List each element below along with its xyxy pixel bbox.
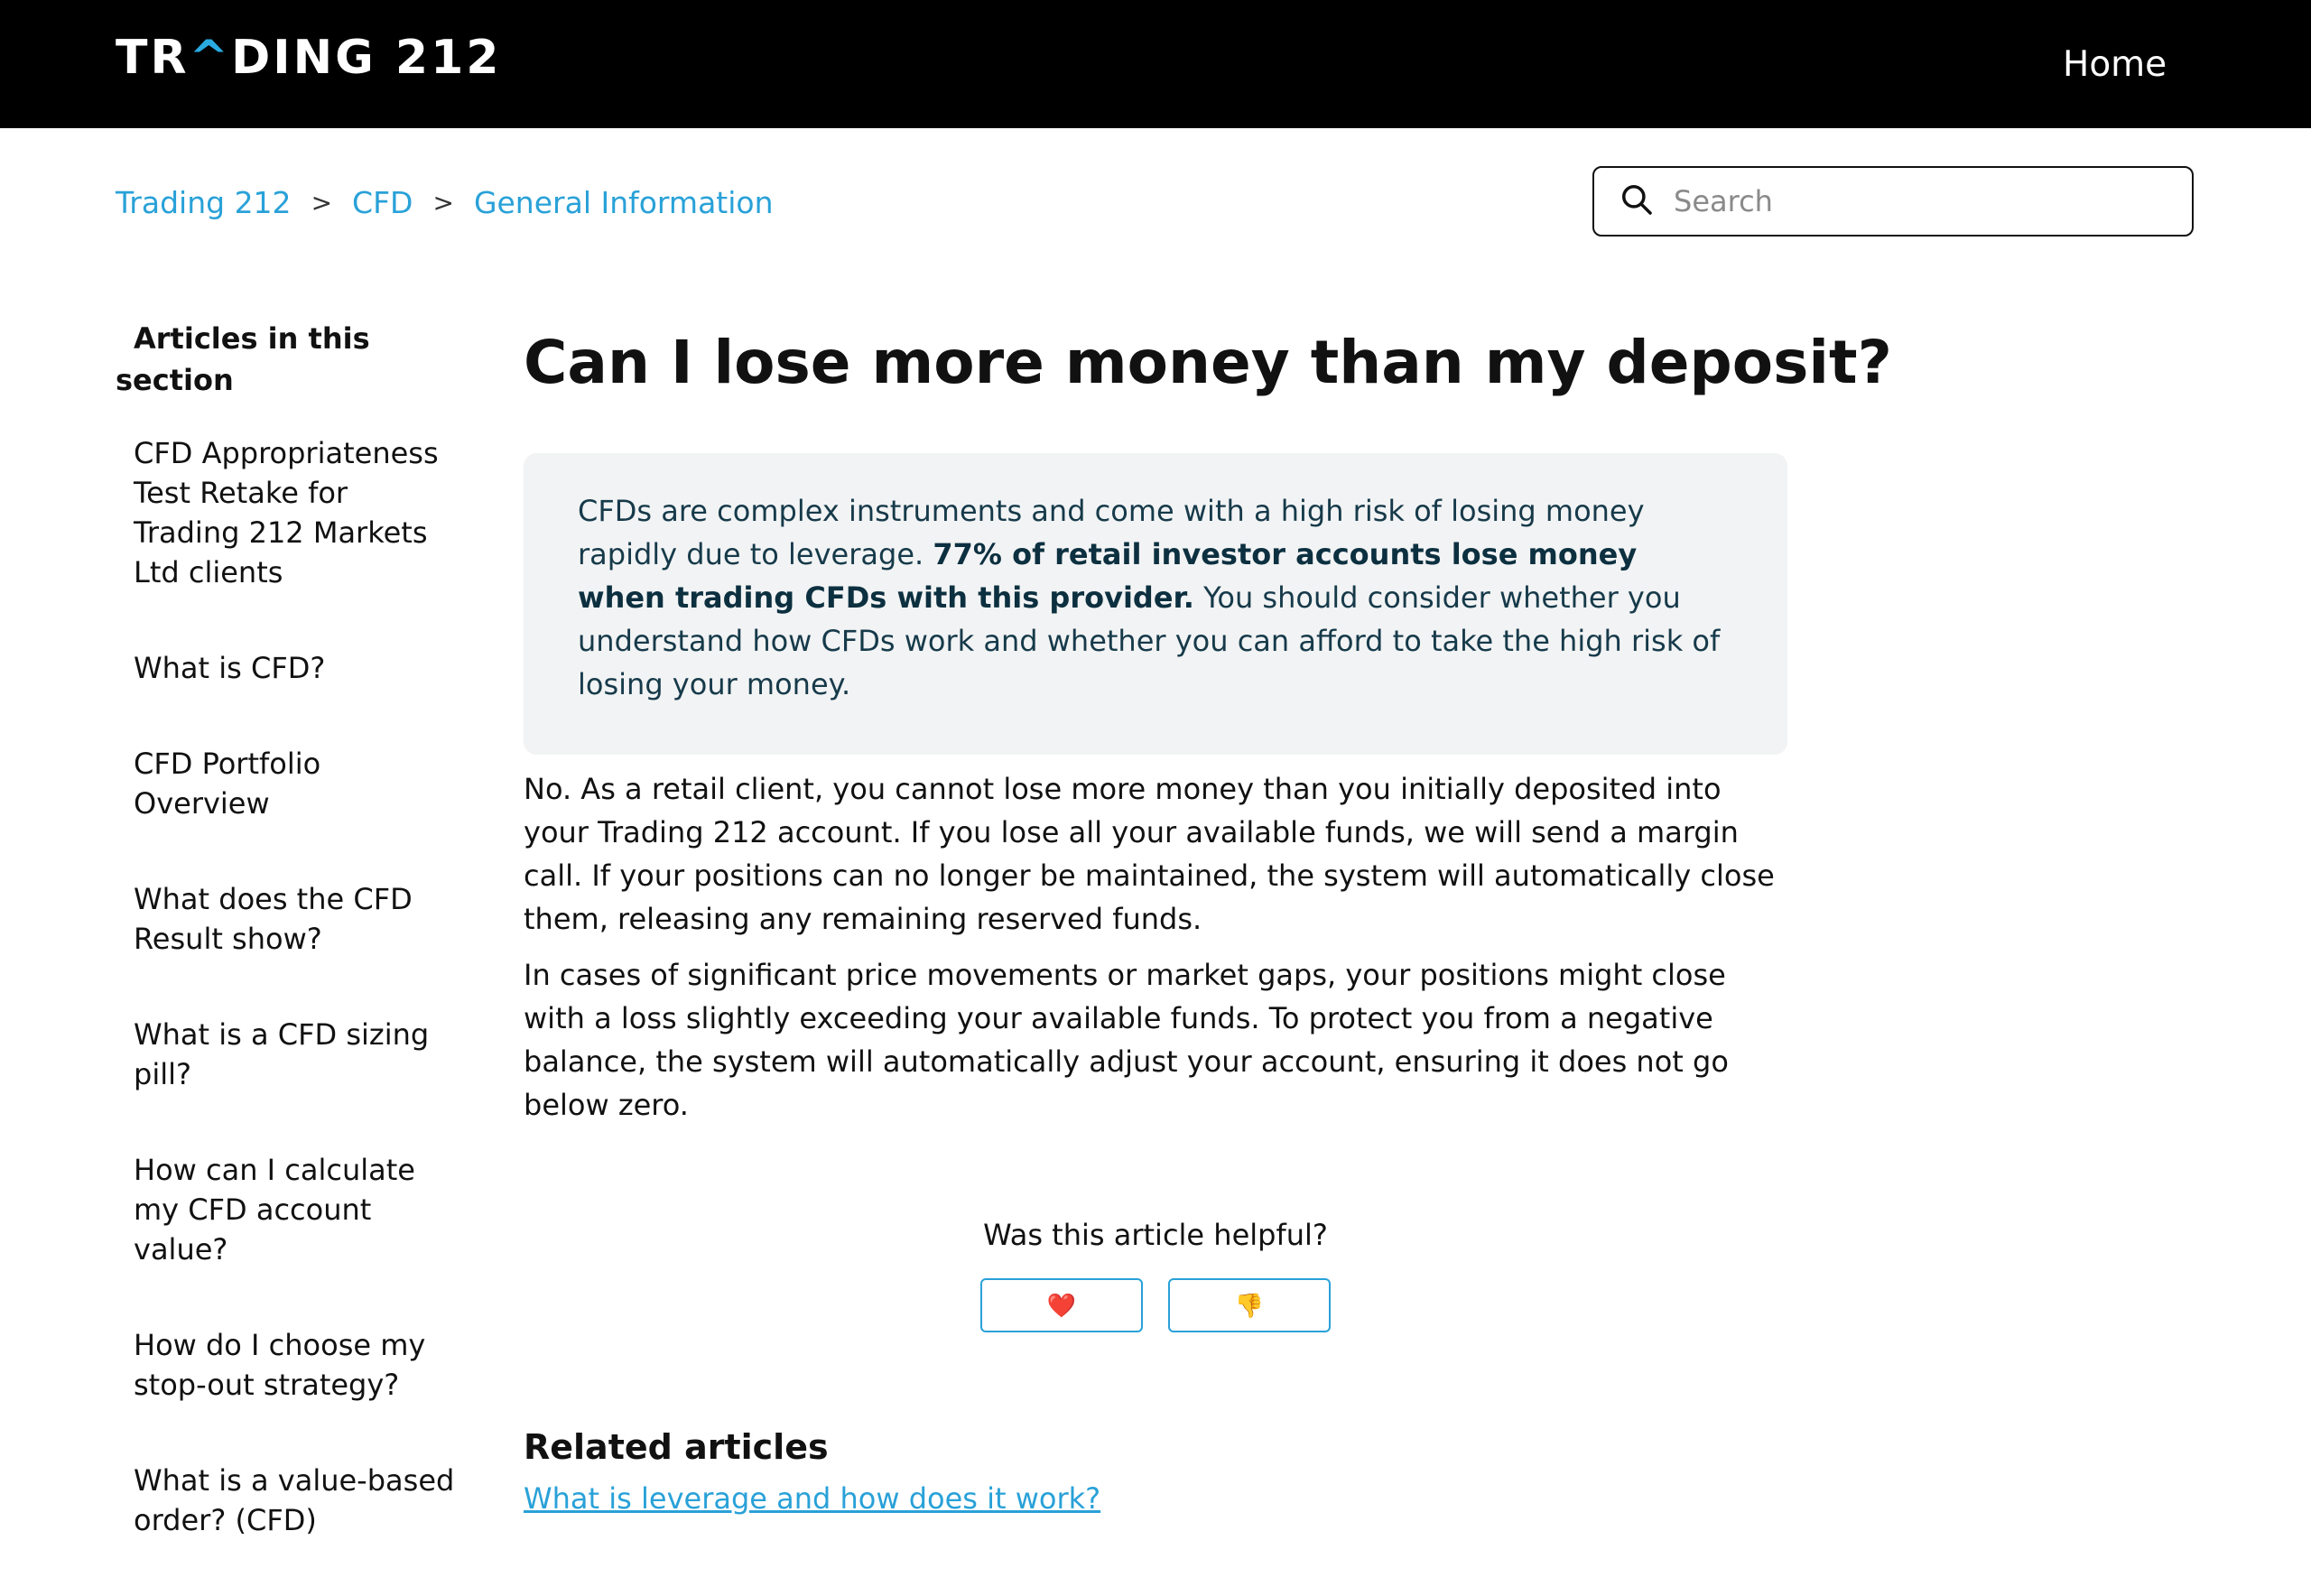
list-item: CFD Portfolio Overview [116,744,459,823]
sidebar-item-appropriateness-test[interactable]: CFD Appropriateness Test Retake for Trad… [116,433,459,592]
trading212-logo[interactable]: TR^DING 212 [116,32,501,83]
sidebar-item-value-based-order[interactable]: What is a value-based order? (CFD) [116,1461,459,1540]
breadcrumb-item-cfd[interactable]: CFD [352,185,413,220]
search-icon [1594,182,1654,220]
sidebar-article-list: CFD Appropriateness Test Retake for Trad… [116,433,459,1540]
breadcrumb: Trading 212 > CFD > General Information [116,181,774,224]
top-header: TR^DING 212 Home [0,0,2311,128]
sidebar-item-cfd-result[interactable]: What does the CFD Result show? [116,879,459,959]
article: Can I lose more money than my deposit? C… [524,318,1892,1520]
article-paragraph-2: In cases of significant price movements … [524,958,1729,1122]
breadcrumb-item-trading212[interactable]: Trading 212 [116,185,292,220]
list-item: How can I calculate my CFD account value… [116,1150,459,1269]
risk-warning-box: CFDs are complex instruments and come wi… [524,453,1787,755]
feedback-buttons: ❤️ 👎 [524,1278,1787,1332]
logo-text-part1: TR [116,31,190,85]
feedback-question: Was this article helpful? [983,1218,1328,1252]
sidebar-item-account-value[interactable]: How can I calculate my CFD account value… [116,1150,459,1269]
article-title: Can I lose more money than my deposit? [524,328,1892,397]
section-sidebar: Articles in this section CFD Appropriate… [116,318,459,1596]
list-item: What does the CFD Result show? [116,879,459,959]
article-body: No. As a retail client, you cannot lose … [524,767,1787,1127]
list-item: What is CFD? [116,648,459,688]
sidebar-item-what-is-cfd[interactable]: What is CFD? [116,648,459,688]
breadcrumb-separator: > [311,187,333,218]
search-input[interactable] [1672,183,2163,219]
logo-caret: ^ [189,31,232,85]
sidebar-item-portfolio-overview[interactable]: CFD Portfolio Overview [116,744,459,823]
vote-not-helpful-button[interactable]: 👎 [1168,1278,1331,1332]
related-articles: Related articles What is leverage and ho… [524,1423,1787,1520]
article-feedback: Was this article helpful? ❤️ 👎 [524,1213,1787,1332]
list-item: What is a CFD sizing pill? [116,1015,459,1094]
breadcrumb-separator: > [432,187,454,218]
sidebar-item-stop-out-strategy[interactable]: How do I choose my stop-out strategy? [116,1325,459,1405]
list-item: CFD Appropriateness Test Retake for Trad… [116,433,459,592]
list-item: How do I choose my stop-out strategy? [116,1325,459,1405]
search-box [1592,166,2194,237]
logo-text-part2: DING 212 [231,31,502,85]
related-article-link[interactable]: What is leverage and how does it work? [524,1477,1787,1520]
sidebar-item-sizing-pill[interactable]: What is a CFD sizing pill? [116,1015,459,1094]
nav-home-link[interactable]: Home [2063,40,2167,90]
list-item: What is a value-based order? (CFD) [116,1461,459,1540]
breadcrumb-item-general-information[interactable]: General Information [474,185,774,220]
related-articles-title: Related articles [524,1427,829,1467]
article-paragraph-1: No. As a retail client, you cannot lose … [524,772,1775,936]
sidebar-title: Articles in this section [116,321,370,397]
vote-helpful-button[interactable]: ❤️ [980,1278,1143,1332]
